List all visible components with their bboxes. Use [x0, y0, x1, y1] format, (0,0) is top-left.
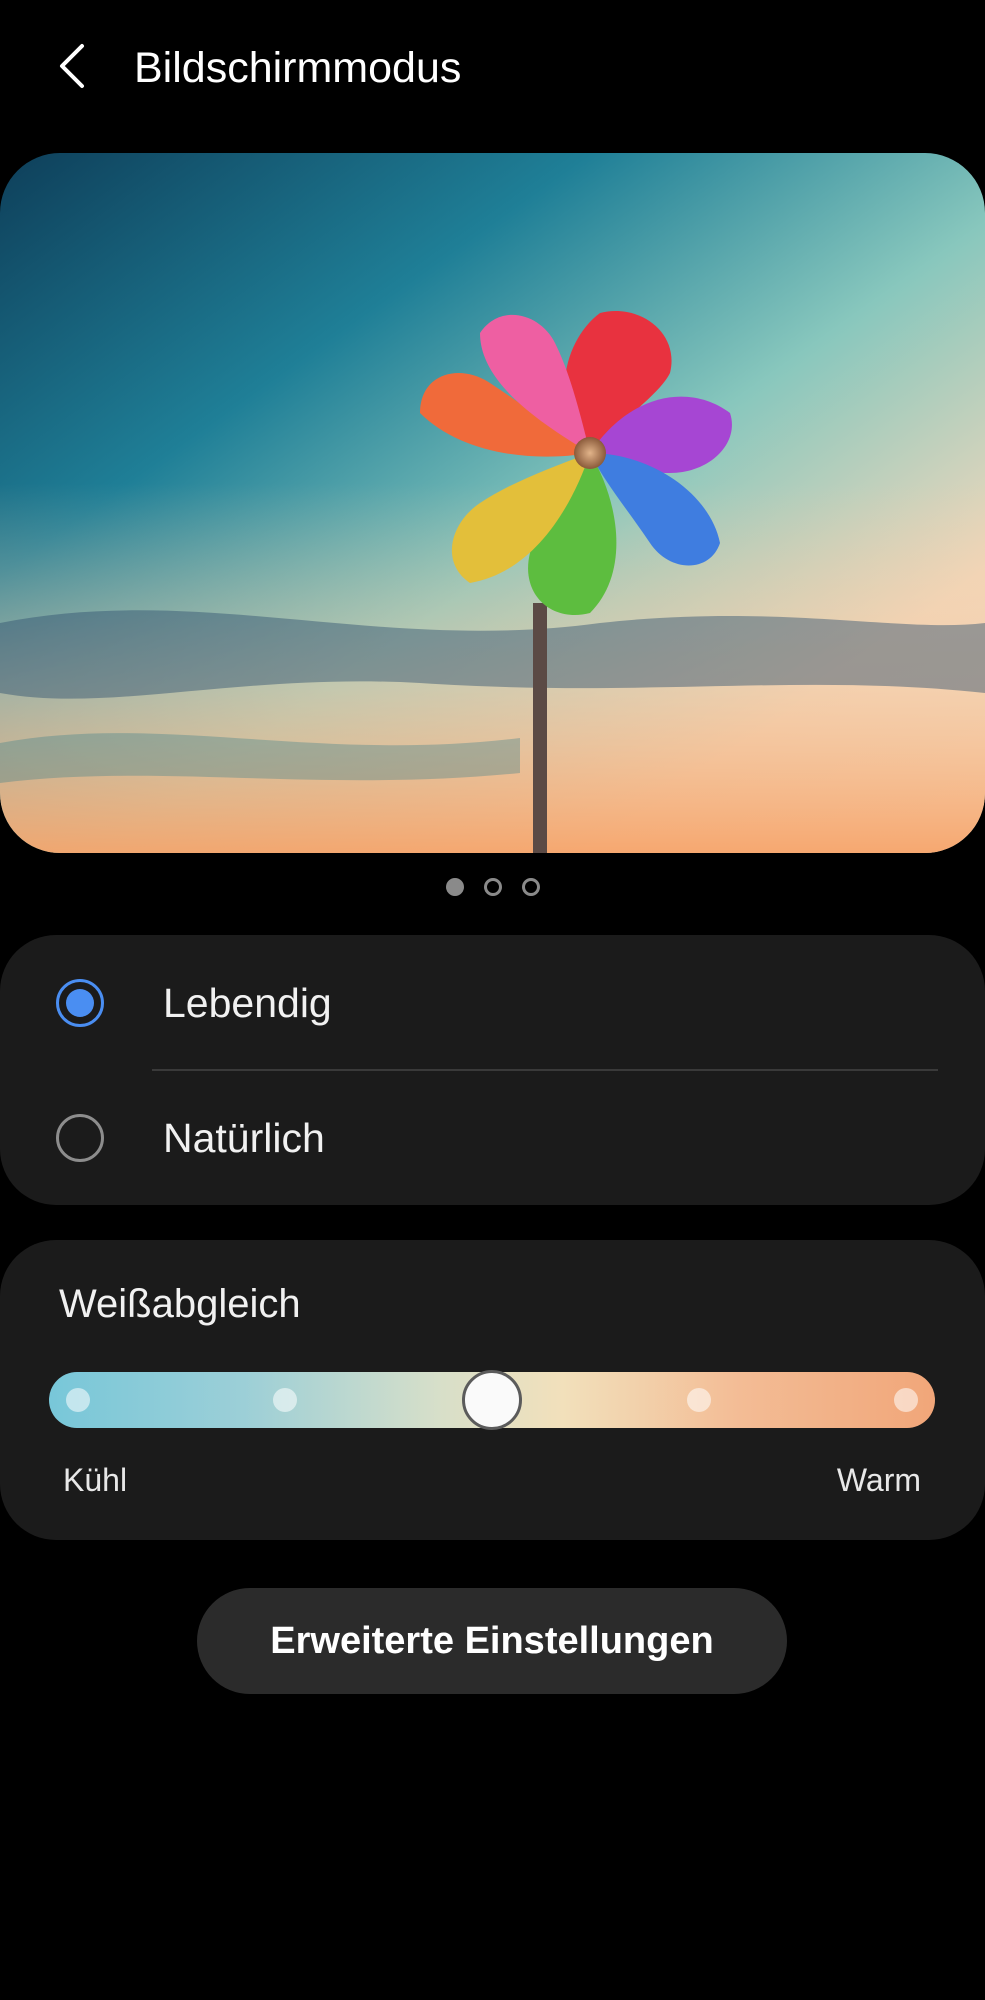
slider-thumb[interactable]	[462, 1370, 522, 1430]
preview-image[interactable]	[0, 153, 985, 853]
cool-label: Kühl	[63, 1462, 128, 1498]
preview-page-indicator	[0, 878, 985, 900]
back-button[interactable]	[48, 38, 104, 94]
page-dot-1[interactable]	[445, 878, 464, 896]
slider-step-dot[interactable]	[894, 1388, 918, 1412]
advanced-settings-button[interactable]: Erweiterte Einstellungen	[197, 1588, 787, 1694]
white-balance-title: Weißabgleich	[59, 1282, 301, 1326]
white-balance-card: Weißabgleich Kühl Warm	[0, 1240, 985, 1540]
slider-step-dot[interactable]	[687, 1388, 711, 1412]
chevron-left-icon	[60, 44, 84, 88]
page-title: Bildschirmmodus	[134, 44, 462, 92]
mode-option-natural[interactable]: Natürlich	[0, 1070, 985, 1205]
slider-step-dot[interactable]	[273, 1388, 297, 1412]
mode-option-vivid[interactable]: Lebendig	[0, 935, 985, 1070]
white-balance-slider[interactable]	[49, 1370, 935, 1430]
screen-mode-card: Lebendig Natürlich	[0, 935, 985, 1205]
mode-label-natural: Natürlich	[163, 1115, 325, 1161]
slider-step-dot[interactable]	[66, 1388, 90, 1412]
page-dot-2[interactable]	[483, 878, 502, 896]
page-dot-3[interactable]	[521, 878, 540, 896]
warm-label: Warm	[836, 1462, 921, 1498]
pinwheel-image	[0, 153, 985, 853]
mode-label-vivid: Lebendig	[163, 980, 332, 1026]
radio-vivid[interactable]	[56, 979, 104, 1027]
radio-natural[interactable]	[56, 1114, 104, 1162]
top-app-bar: Bildschirmmodus	[0, 0, 985, 140]
